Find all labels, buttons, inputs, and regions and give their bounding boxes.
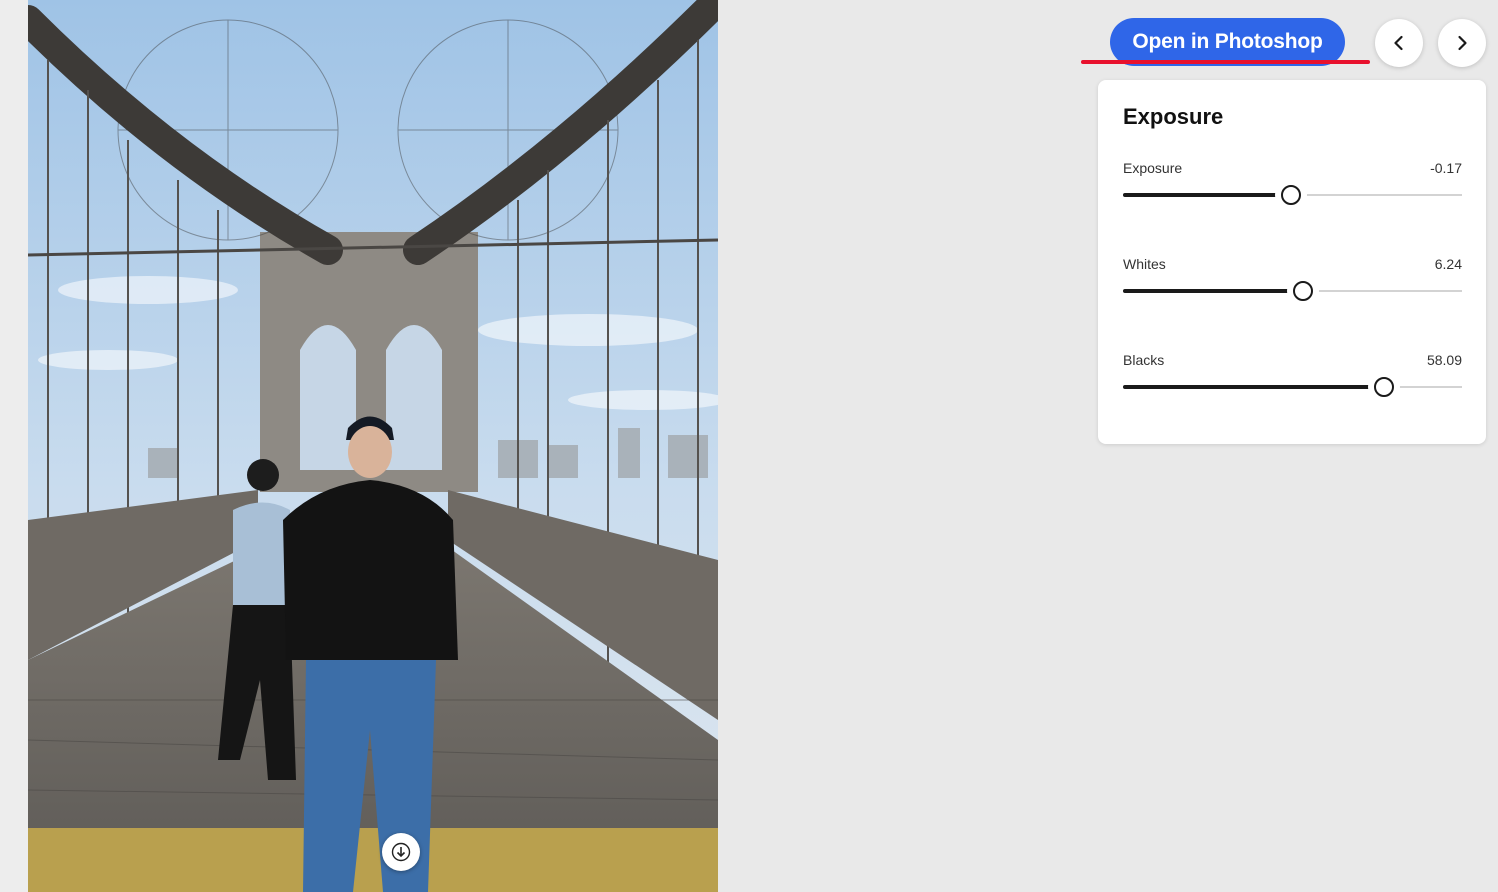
blacks-slider-fill	[1123, 385, 1371, 389]
blacks-value: 58.09	[1426, 352, 1462, 368]
exposure-slider-fill	[1123, 193, 1277, 197]
whites-slider-row: Whites 6.24	[1123, 256, 1462, 316]
whites-slider-fill	[1123, 289, 1289, 293]
annotation-underline	[1081, 60, 1370, 64]
chevron-left-icon	[1394, 35, 1403, 51]
whites-label: Whites	[1123, 256, 1166, 272]
chevron-right-icon	[1458, 35, 1467, 51]
previous-button[interactable]	[1375, 19, 1423, 67]
whites-slider[interactable]	[1123, 281, 1462, 301]
blacks-slider-row: Blacks 58.09	[1123, 352, 1462, 412]
exposure-slider-thumb[interactable]	[1280, 185, 1301, 205]
exposure-label: Exposure	[1123, 160, 1183, 176]
photo-preview[interactable]	[28, 0, 718, 892]
exposure-value: -0.17	[1430, 160, 1462, 176]
panel-title: Exposure	[1123, 104, 1224, 129]
bridge-photo-illustration	[28, 0, 718, 892]
whites-slider-thumb[interactable]	[1292, 281, 1313, 301]
exposure-panel: Exposure Exposure -0.17 Whites 6.24 Blac…	[1098, 80, 1486, 444]
blacks-label: Blacks	[1123, 352, 1165, 368]
exposure-slider-row: Exposure -0.17	[1123, 160, 1462, 220]
next-button[interactable]	[1438, 19, 1486, 67]
open-in-photoshop-button[interactable]: Open in Photoshop	[1110, 18, 1345, 66]
blacks-slider-thumb[interactable]	[1374, 377, 1395, 397]
download-arrow-icon	[391, 842, 411, 862]
left-margin	[0, 0, 28, 892]
blacks-slider[interactable]	[1123, 377, 1462, 397]
exposure-slider[interactable]	[1123, 185, 1462, 205]
download-button[interactable]	[382, 833, 420, 871]
whites-value: 6.24	[1434, 256, 1462, 272]
